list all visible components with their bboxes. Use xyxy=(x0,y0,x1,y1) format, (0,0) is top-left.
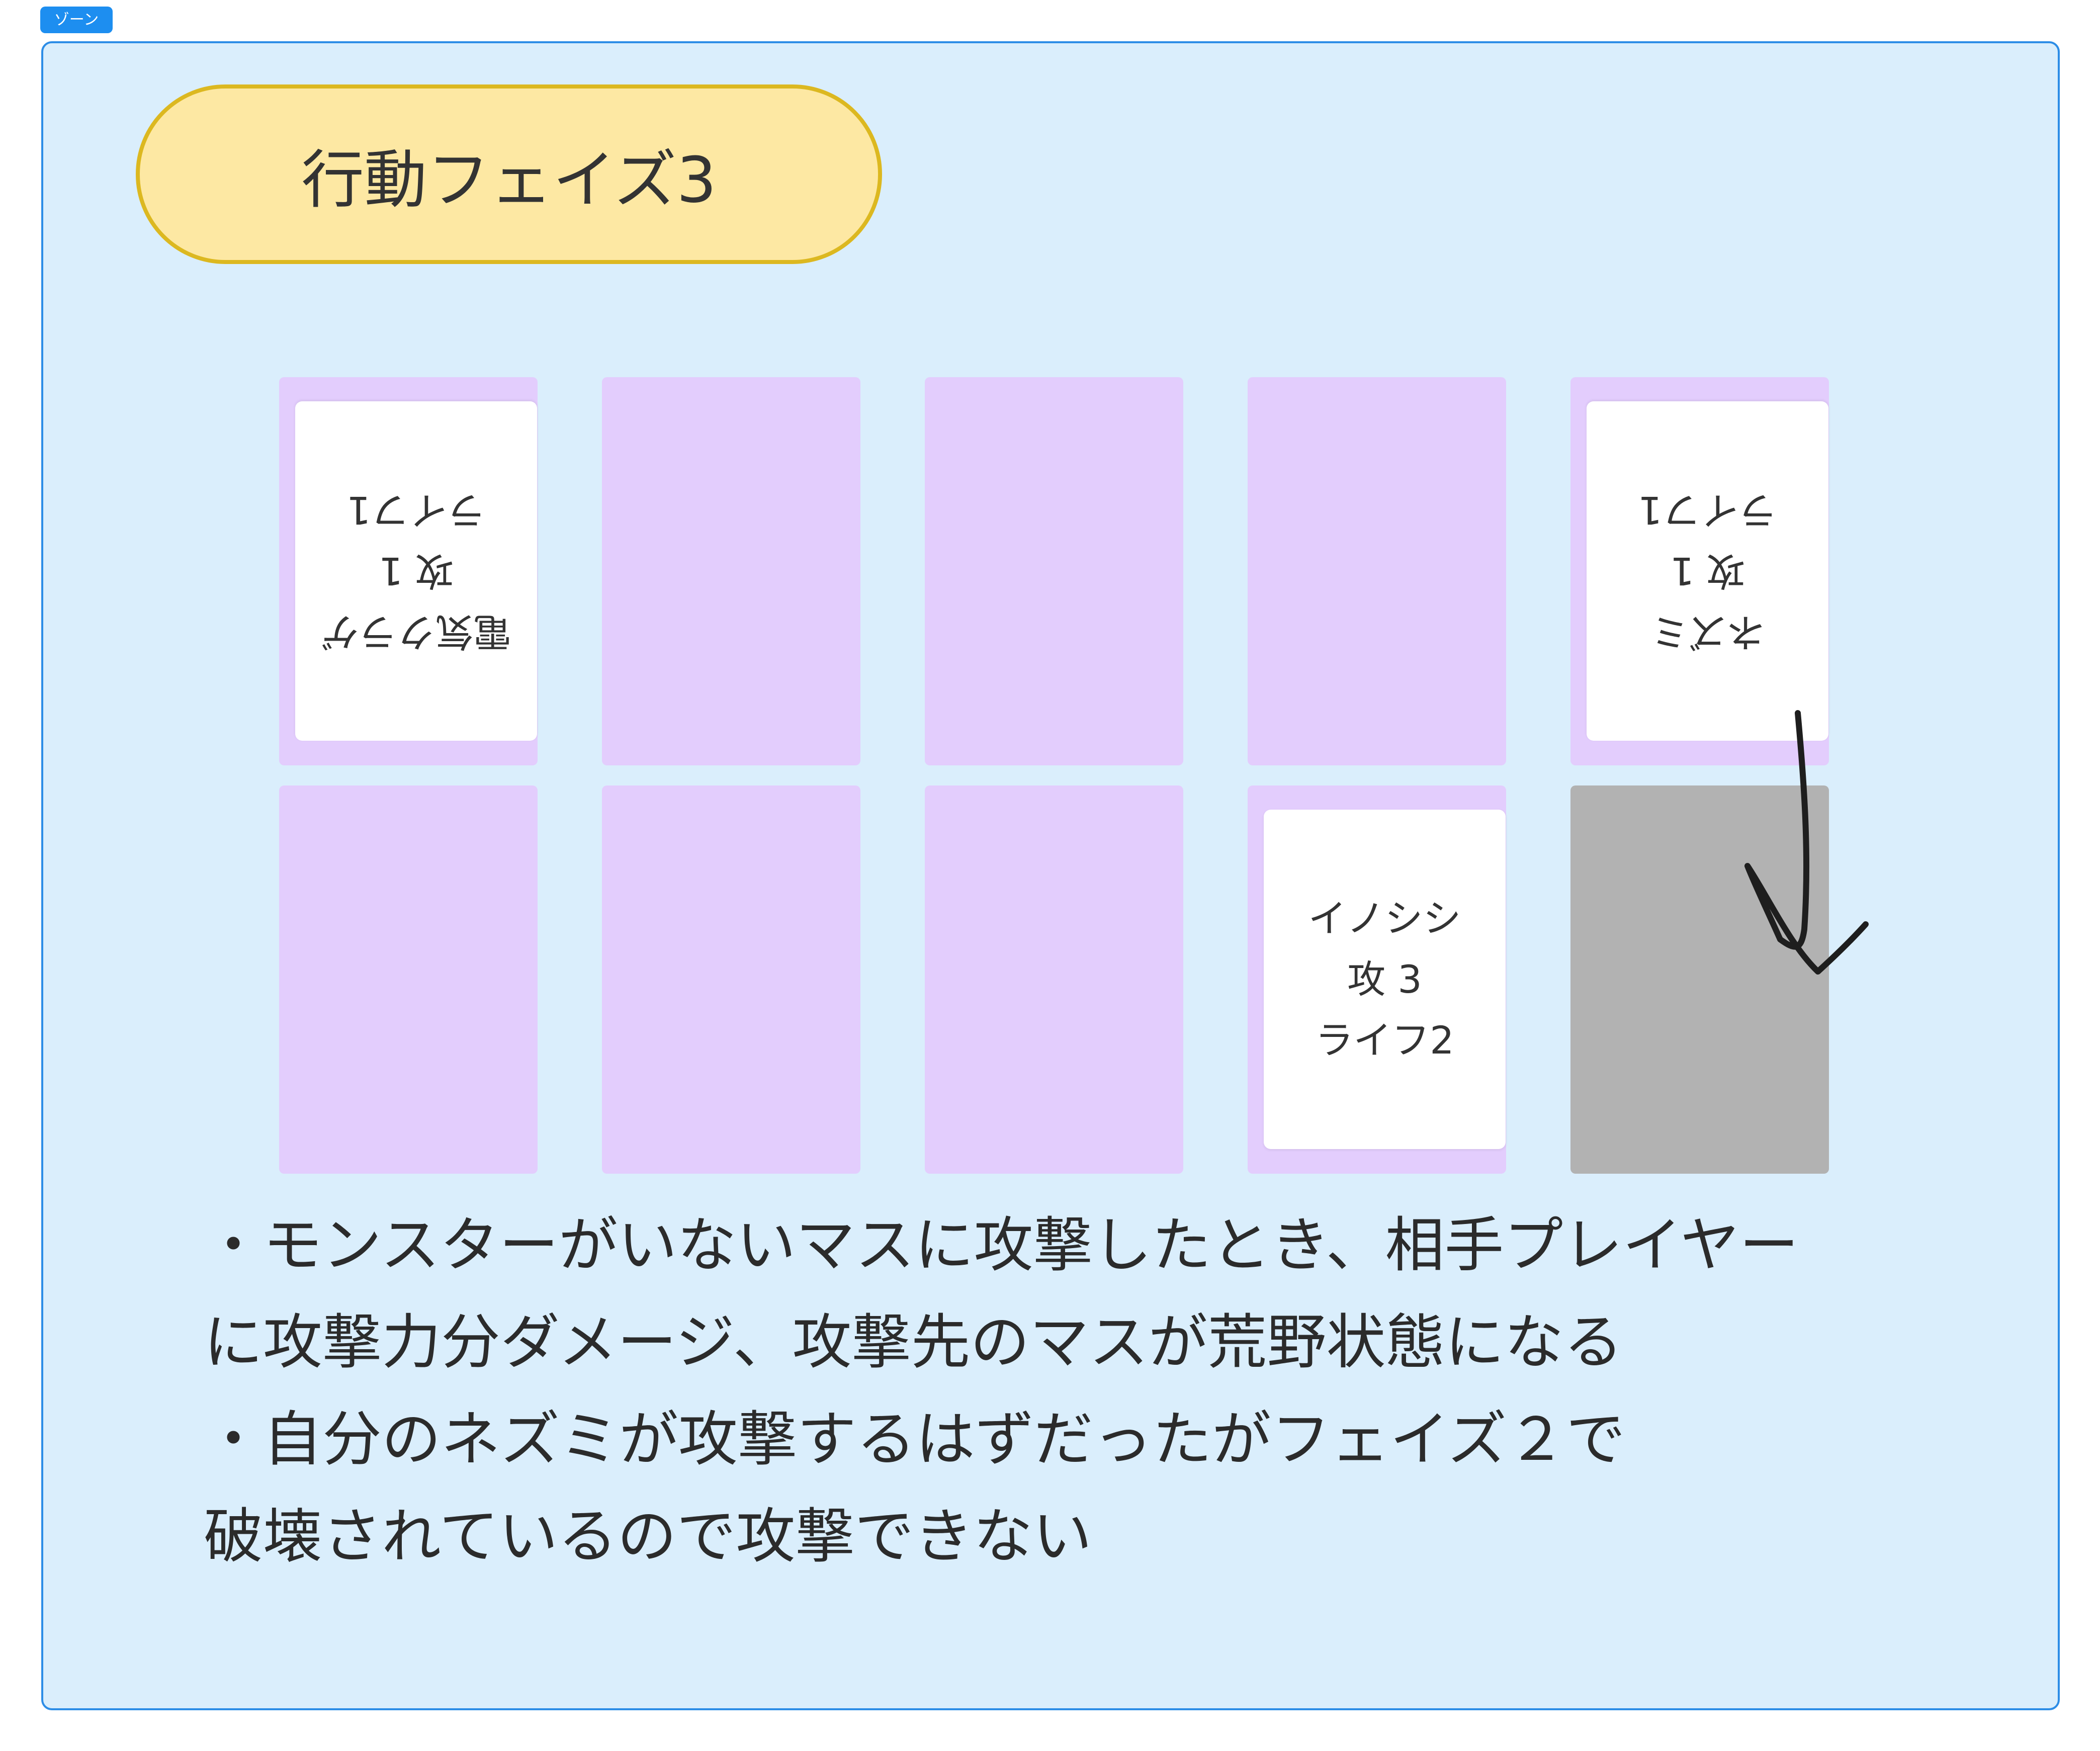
description-line-2: に攻撃力分ダメージ、攻撃先のマスが荒野状態になる xyxy=(204,1307,1623,1377)
player-card-boar[interactable]: イノシシ 攻 3 ライフ2 xyxy=(1264,810,1506,1149)
card-name: イノシシ xyxy=(1308,896,1461,941)
phase-title[interactable]: 行動フェイズ3 xyxy=(136,84,882,264)
player-slot-3 xyxy=(925,785,1183,1174)
zone-label[interactable]: ゾーン xyxy=(40,7,113,33)
rule-description[interactable]: ・モンスターがいないマスに攻撃したとき、相手プレイヤー に攻撃力分ダメージ、攻撃… xyxy=(204,1197,1934,1585)
card-attack: 攻 1 xyxy=(379,549,454,593)
card-attack: 攻 1 xyxy=(1670,549,1745,593)
description-line-1: ・モンスターがいないマスに攻撃したとき、相手プレイヤー xyxy=(204,1210,1799,1280)
description-line-3: ・自分のネズミが攻撃するはずだったがフェイズ２で xyxy=(204,1405,1626,1474)
card-life: ライフ1 xyxy=(346,488,486,533)
card-name: 電気クラゲ xyxy=(320,609,512,654)
opponent-slot-4 xyxy=(1248,377,1506,765)
card-attack: 攻 3 xyxy=(1347,957,1422,1002)
card-name: ネズミ xyxy=(1650,609,1765,654)
wasteland-slot xyxy=(1570,785,1829,1174)
opponent-card-mouse[interactable]: ネズミ 攻 1 ライフ1 xyxy=(1587,401,1828,741)
canvas: ゾーン 行動フェイズ3 電気クラゲ 攻 1 ライフ1 ネズミ 攻 1 ライフ1 … xyxy=(0,0,2100,1751)
opponent-card-jellyfish[interactable]: 電気クラゲ 攻 1 ライフ1 xyxy=(295,401,537,741)
opponent-slot-2 xyxy=(602,377,860,765)
player-slot-2 xyxy=(602,785,860,1174)
card-life: ライフ1 xyxy=(1638,488,1777,533)
opponent-slot-3 xyxy=(925,377,1183,765)
player-slot-1 xyxy=(279,785,538,1174)
card-life: ライフ2 xyxy=(1315,1018,1454,1063)
description-line-4: 破壊されているので攻撃できない xyxy=(204,1502,1092,1571)
